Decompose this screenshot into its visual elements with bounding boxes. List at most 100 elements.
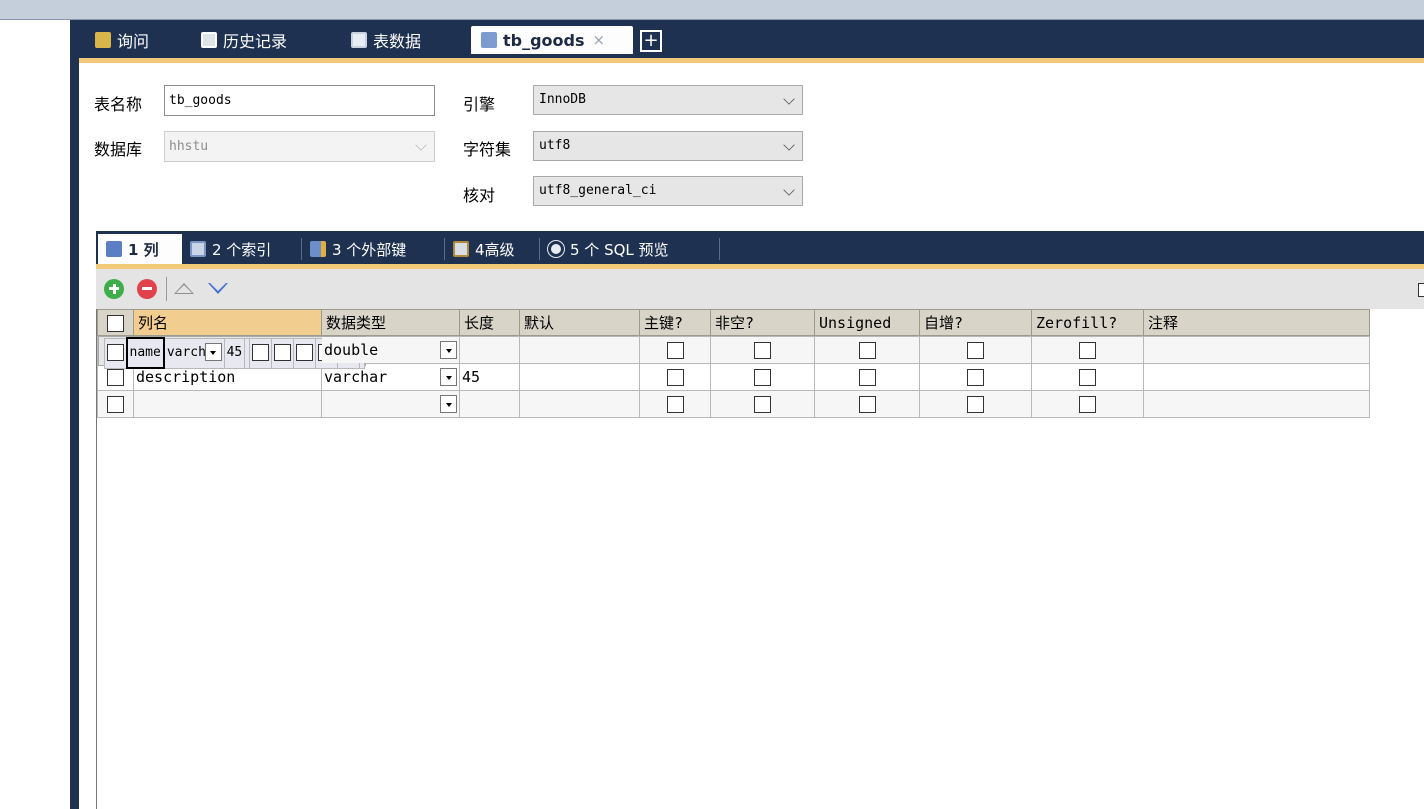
columns-icon: [106, 241, 122, 257]
comment-cell[interactable]: [1143, 390, 1370, 418]
header-primary-key[interactable]: 主键?: [639, 309, 711, 336]
table-design-icon: [481, 32, 497, 48]
primary-key-checkbox[interactable]: [666, 396, 684, 413]
collation-select[interactable]: utf8_general_ci: [533, 176, 803, 206]
remove-icon[interactable]: [137, 279, 157, 299]
select-all-checkbox[interactable]: [107, 314, 124, 332]
unsigned-checkbox[interactable]: [858, 342, 876, 359]
data-type-cell[interactable]: double: [321, 336, 460, 364]
tab-history-label: 历史记录: [223, 32, 288, 51]
header-default[interactable]: 默认: [519, 309, 640, 336]
subtab-sql-preview[interactable]: 5 个 SQL 预览: [540, 234, 720, 264]
table-name-input[interactable]: tb_goods: [164, 85, 435, 116]
default-cell[interactable]: [519, 363, 640, 391]
header-auto-increment[interactable]: 自增?: [919, 309, 1032, 336]
unsigned-checkbox[interactable]: [858, 369, 876, 386]
tab-query[interactable]: 询问: [85, 26, 181, 54]
auto-increment-checkbox[interactable]: [967, 369, 984, 386]
row-select-checkbox[interactable]: [107, 396, 124, 413]
collation-value: utf8_general_ci: [539, 183, 657, 198]
length-cell[interactable]: [459, 336, 520, 364]
dropdown-arrow-icon[interactable]: [440, 395, 457, 413]
header-not-null[interactable]: 非空?: [710, 309, 815, 336]
data-type-cell[interactable]: varchar: [321, 363, 460, 391]
data-type-cell[interactable]: varchar: [163, 337, 225, 369]
zerofill-checkbox[interactable]: [1079, 342, 1096, 359]
charset-select[interactable]: utf8: [533, 131, 803, 161]
header-length[interactable]: 长度: [459, 309, 520, 336]
data-type-value: double: [324, 341, 379, 359]
new-tab-button[interactable]: +: [640, 30, 662, 52]
left-panel: [0, 20, 70, 809]
close-tab-icon[interactable]: ×: [593, 31, 606, 49]
tab-tb-goods[interactable]: tb_goods ×: [471, 26, 633, 54]
advanced-icon: [453, 241, 469, 257]
header-zerofill[interactable]: Zerofill?: [1031, 309, 1144, 336]
foreign-key-icon: [310, 241, 326, 257]
subtab-sql-preview-label: 5 个 SQL 预览: [570, 240, 669, 259]
dropdown-arrow-icon[interactable]: [440, 368, 457, 386]
chevron-down-icon: [783, 139, 795, 151]
comment-cell[interactable]: [1143, 336, 1370, 364]
dropdown-arrow-icon[interactable]: [440, 341, 457, 359]
tab-query-label: 询问: [117, 32, 150, 51]
subtab-advanced-label: 4高级: [475, 240, 515, 259]
tab-history[interactable]: 历史记录: [191, 26, 331, 54]
data-type-cell[interactable]: [321, 390, 460, 418]
not-null-checkbox[interactable]: [754, 396, 771, 413]
zerofill-checkbox[interactable]: [1079, 369, 1096, 386]
dropdown-arrow-icon[interactable]: [204, 342, 222, 361]
subtab-indexes-label: 2 个索引: [212, 240, 272, 259]
columns-toolbar: [96, 269, 1424, 309]
engine-value: InnoDB: [539, 92, 586, 107]
database-select: hhstu: [164, 131, 435, 162]
default-cell[interactable]: [519, 390, 640, 418]
index-icon: [190, 241, 206, 257]
primary-key-checkbox[interactable]: [666, 369, 684, 386]
unsigned-checkbox[interactable]: [296, 344, 314, 361]
data-type-value: varchar: [324, 368, 388, 386]
header-comment[interactable]: 注释: [1143, 309, 1370, 336]
unsigned-checkbox[interactable]: [858, 396, 876, 413]
engine-select[interactable]: InnoDB: [533, 85, 803, 115]
subtab-advanced[interactable]: 4高级: [445, 234, 540, 264]
length-cell[interactable]: 45: [459, 363, 520, 391]
primary-key-checkbox[interactable]: [666, 342, 684, 359]
row-select-checkbox[interactable]: [106, 344, 124, 361]
subtab-foreign-keys[interactable]: 3 个外部键: [302, 234, 445, 264]
subtab-columns[interactable]: 1 列: [98, 234, 182, 264]
tab-tb-goods-label: tb_goods: [503, 30, 585, 50]
row-select-checkbox[interactable]: [107, 369, 124, 386]
not-null-checkbox[interactable]: [754, 342, 771, 359]
columns-grid-area: 列名 数据类型 长度 默认 主键? 非空? Unsigned 自增? Zerof…: [96, 309, 1424, 809]
table-row[interactable]: [97, 390, 1370, 418]
select-all-header[interactable]: [97, 309, 134, 336]
column-name-cell[interactable]: name: [125, 337, 165, 369]
default-cell[interactable]: [519, 336, 640, 364]
length-cell[interactable]: 45: [223, 337, 246, 369]
auto-increment-checkbox[interactable]: [967, 342, 984, 359]
column-name-cell[interactable]: [133, 390, 322, 418]
header-column-name[interactable]: 列名: [133, 309, 322, 336]
not-null-checkbox[interactable]: [754, 369, 771, 386]
move-down-icon[interactable]: [208, 283, 228, 294]
primary-key-checkbox[interactable]: [252, 344, 270, 361]
length-cell[interactable]: [459, 390, 520, 418]
header-unsigned[interactable]: Unsigned: [814, 309, 920, 336]
subtab-indexes[interactable]: 2 个索引: [182, 234, 302, 264]
not-null-checkbox[interactable]: [274, 344, 292, 361]
add-icon[interactable]: [104, 279, 124, 299]
header-data-type[interactable]: 数据类型: [321, 309, 460, 336]
comment-cell[interactable]: [1143, 363, 1370, 391]
auto-increment-checkbox[interactable]: [967, 396, 984, 413]
charset-value: utf8: [539, 138, 571, 153]
left-border: [70, 20, 79, 809]
zerofill-checkbox[interactable]: [1079, 396, 1096, 413]
tab-table-data-label: 表数据: [373, 32, 422, 51]
options-checkbox[interactable]: [1418, 283, 1424, 297]
move-up-icon[interactable]: [174, 283, 194, 294]
grid-header-row: 列名 数据类型 长度 默认 主键? 非空? Unsigned 自增? Zerof…: [97, 309, 1370, 336]
table-icon: [351, 32, 367, 48]
database-label: 数据库: [94, 140, 143, 159]
tab-table-data[interactable]: 表数据: [341, 26, 461, 54]
